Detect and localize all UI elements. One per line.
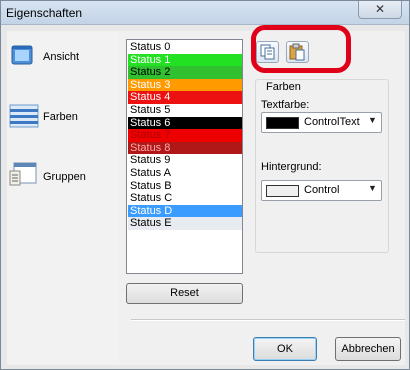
text-color-swatch	[266, 117, 299, 129]
dialog-content: Ansicht Farben Gruppen Status 0 Status 1…	[7, 25, 405, 365]
status-list-item[interactable]: Status 8	[128, 141, 242, 155]
status-list-item[interactable]: Status 5	[128, 104, 242, 117]
status-list-item[interactable]: Status E	[128, 217, 242, 231]
status-list-item[interactable]: Status 4	[128, 91, 242, 105]
status-list-item[interactable]: Status 6	[128, 116, 242, 130]
status-list-item[interactable]: Status C	[128, 192, 242, 206]
text-color-label: Textfarbe:	[261, 99, 310, 111]
nav-label-gruppen: Gruppen	[43, 171, 86, 183]
reset-button[interactable]: Reset	[126, 283, 243, 304]
groups-window-icon	[9, 162, 37, 186]
status-list-item[interactable]: Status 3	[128, 78, 242, 92]
window-title: Eigenschaften	[6, 6, 83, 20]
nav-label-farben: Farben	[43, 111, 78, 123]
properties-dialog: Eigenschaften ✕ Ansicht Farben Gruppen S…	[0, 0, 410, 370]
status-list-item[interactable]: Status 0	[128, 41, 242, 54]
color-stripes-icon	[9, 104, 39, 128]
background-color-combobox[interactable]: Control ▼	[261, 180, 382, 201]
colors-page: Status 0 Status 1 Status 2 Status 3 Status 4…	[119, 25, 405, 365]
nav-item-ansicht[interactable]: Ansicht	[7, 35, 119, 83]
text-color-value: ControlText	[304, 116, 360, 128]
status-listbox[interactable]: Status 0 Status 1 Status 2 Status 3 Status 4…	[126, 39, 243, 274]
nav-item-gruppen[interactable]: Gruppen	[7, 155, 119, 203]
cancel-button[interactable]: Abbrechen	[335, 337, 401, 361]
close-button[interactable]: ✕	[358, 1, 402, 19]
status-list-item[interactable]: Status A	[128, 167, 242, 180]
background-color-swatch	[266, 185, 299, 197]
text-color-combobox[interactable]: ControlText ▼	[261, 112, 382, 133]
chevron-down-icon: ▼	[368, 183, 377, 193]
nav-label-ansicht: Ansicht	[43, 51, 80, 63]
background-label: Hintergrund:	[261, 161, 322, 173]
category-nav: Ansicht Farben Gruppen	[7, 31, 119, 365]
title-bar: Eigenschaften ✕	[1, 1, 409, 25]
colors-group-title: Farben	[264, 81, 303, 93]
background-color-value: Control	[304, 184, 340, 196]
annotation-highlight	[251, 25, 351, 73]
nav-item-farben[interactable]: Farben	[7, 95, 119, 143]
status-list-item[interactable]: Status B	[128, 179, 242, 193]
chevron-down-icon: ▼	[368, 115, 377, 125]
button-separator	[131, 319, 405, 321]
status-list-item[interactable]: Status 7	[128, 129, 242, 143]
view-window-icon	[11, 45, 33, 65]
status-list-item[interactable]: Status 2	[128, 66, 242, 80]
status-list-item[interactable]: Status 1	[128, 53, 242, 67]
status-list-item[interactable]: Status D	[128, 204, 242, 218]
status-list-item[interactable]: Status 9	[128, 154, 242, 168]
ok-button[interactable]: OK	[253, 337, 317, 361]
